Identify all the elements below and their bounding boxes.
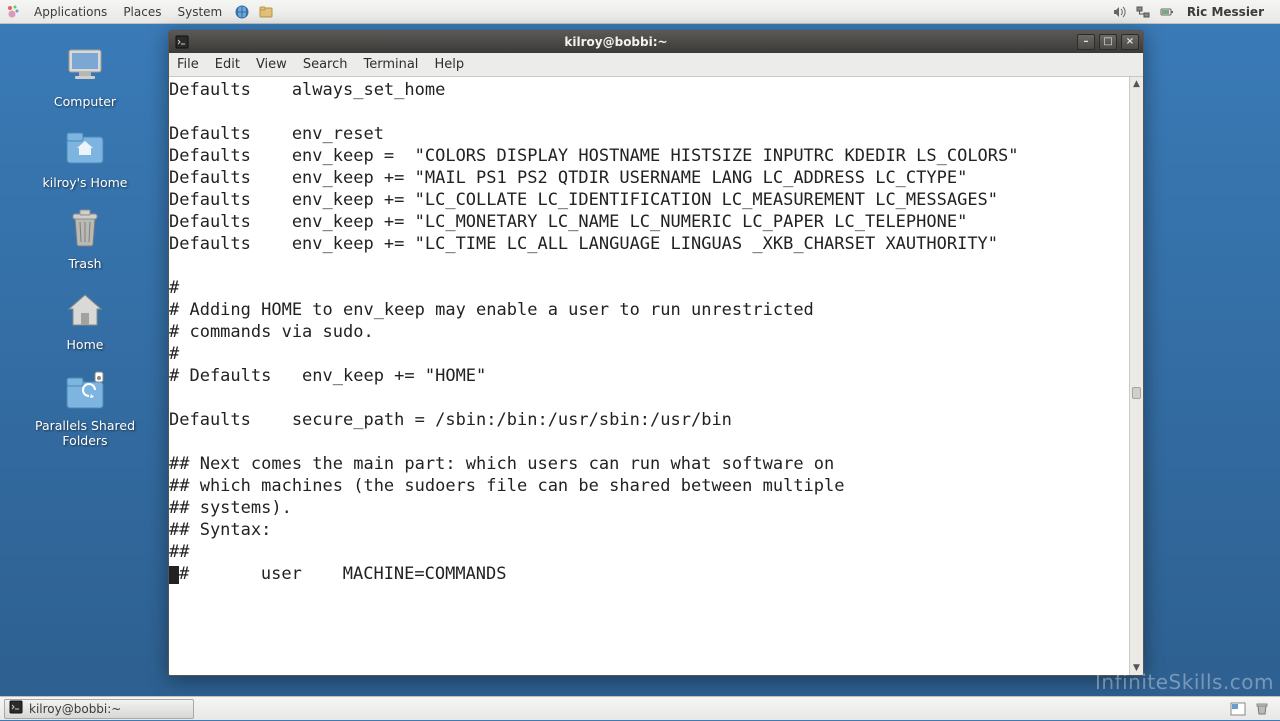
desktop-icon-label: Computer — [54, 94, 116, 109]
user-label[interactable]: Ric Messier — [1179, 5, 1272, 19]
terminal-icon — [9, 700, 23, 717]
applications-menu[interactable]: Applications — [26, 0, 115, 24]
trash-applet-icon[interactable] — [1250, 697, 1274, 721]
shared-folder-icon — [61, 366, 109, 414]
desktop-icon-trash[interactable]: Trash — [25, 204, 145, 271]
desktop-icon-label: Home — [67, 337, 104, 352]
trash-icon — [61, 204, 109, 252]
desktop-icon-kilroys-home[interactable]: kilroy's Home — [25, 123, 145, 190]
desktop: Computer kilroy's Home Trash Home Parall… — [0, 24, 170, 696]
scrollbar-thumb[interactable] — [1132, 387, 1141, 399]
menu-terminal[interactable]: Terminal — [355, 53, 426, 77]
desktop-icon-computer[interactable]: Computer — [25, 42, 145, 109]
vertical-scrollbar[interactable]: ▲ ▼ — [1129, 77, 1143, 675]
menu-search[interactable]: Search — [295, 53, 356, 77]
window-title: kilroy@bobbi:~ — [195, 35, 1037, 49]
desktop-icon-label: Parallels Shared Folders — [25, 418, 145, 448]
desktop-icon-home[interactable]: Home — [25, 285, 145, 352]
scroll-up-icon[interactable]: ▲ — [1130, 77, 1143, 91]
home-folder-icon — [61, 123, 109, 171]
taskbar-item-terminal[interactable]: kilroy@bobbi:~ — [4, 699, 194, 719]
terminal-menubar: File Edit View Search Terminal Help — [169, 53, 1143, 77]
menu-edit[interactable]: Edit — [207, 53, 248, 77]
scroll-down-icon[interactable]: ▼ — [1130, 661, 1143, 675]
home-icon — [61, 285, 109, 333]
bottom-panel: kilroy@bobbi:~ — [0, 696, 1280, 720]
terminal-icon — [173, 33, 191, 51]
close-button[interactable]: × — [1121, 34, 1139, 50]
places-menu[interactable]: Places — [115, 0, 169, 24]
file-manager-icon[interactable] — [254, 0, 278, 24]
menu-file[interactable]: File — [169, 53, 207, 77]
desktop-icon-label: kilroy's Home — [43, 175, 128, 190]
sound-icon[interactable] — [1107, 0, 1131, 24]
menu-help[interactable]: Help — [426, 53, 472, 77]
desktop-icon-label: Trash — [68, 256, 101, 271]
window-titlebar[interactable]: kilroy@bobbi:~ – □ × — [169, 31, 1143, 53]
computer-icon — [61, 42, 109, 90]
desktop-icon-shared-folders[interactable]: Parallels Shared Folders — [25, 366, 145, 448]
web-browser-icon[interactable] — [230, 0, 254, 24]
text-cursor — [169, 566, 179, 584]
workspace-switcher[interactable] — [1226, 697, 1250, 721]
system-menu[interactable]: System — [169, 0, 230, 24]
terminal-content[interactable]: Defaults always_set_home Defaults env_re… — [169, 77, 1129, 675]
battery-icon[interactable] — [1155, 0, 1179, 24]
top-panel: Applications Places System Ric Messier — [0, 0, 1280, 24]
gnome-foot-icon — [4, 3, 22, 21]
menu-view[interactable]: View — [248, 53, 295, 77]
taskbar-item-label: kilroy@bobbi:~ — [29, 702, 121, 716]
minimize-button[interactable]: – — [1077, 34, 1095, 50]
network-icon[interactable] — [1131, 0, 1155, 24]
maximize-button[interactable]: □ — [1099, 34, 1117, 50]
terminal-window: kilroy@bobbi:~ – □ × File Edit View Sear… — [168, 30, 1144, 676]
terminal-lastline: # user MACHINE=COMMANDS — [179, 564, 507, 584]
terminal-text: Defaults always_set_home Defaults env_re… — [169, 80, 1019, 562]
